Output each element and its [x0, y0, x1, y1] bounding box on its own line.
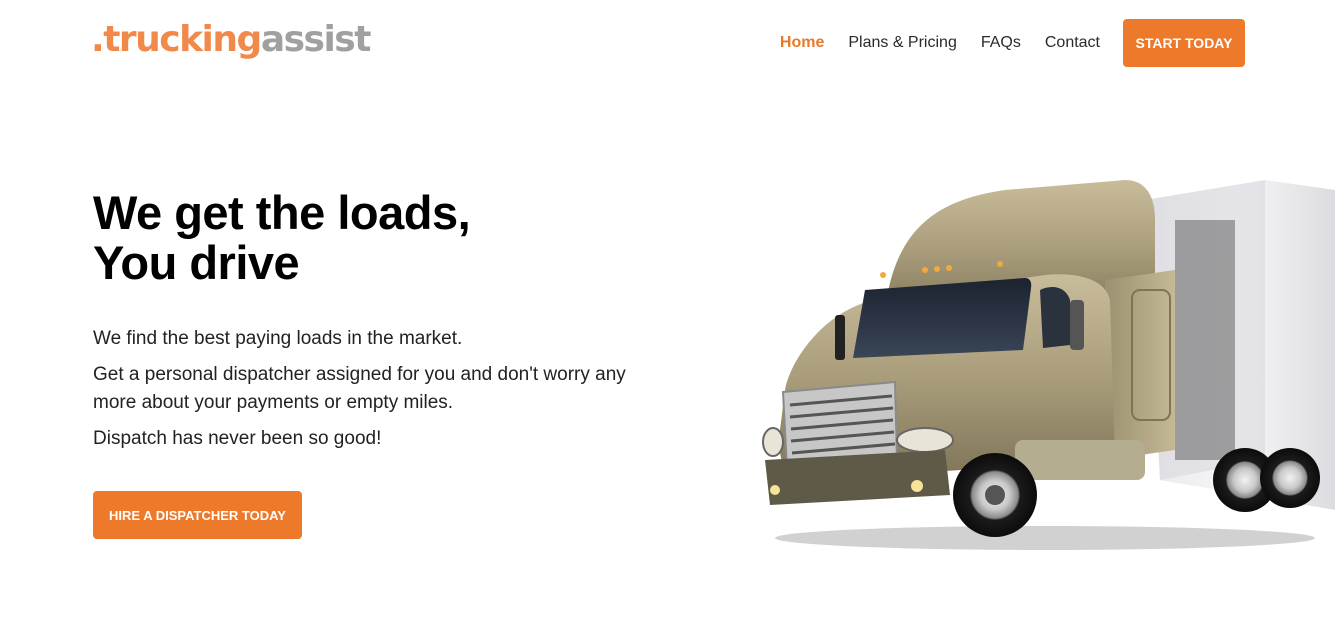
- hero-description: We find the best paying loads in the mar…: [93, 325, 673, 461]
- logo-dot: .: [91, 19, 105, 60]
- logo-tail: assist: [260, 19, 372, 60]
- hire-dispatcher-button[interactable]: HIRE A DISPATCHER TODAY: [93, 491, 302, 539]
- nav-link-contact[interactable]: Contact: [1045, 33, 1100, 53]
- hero-title: We get the loads, You drive: [93, 186, 471, 289]
- hero-paragraph: We find the best paying loads in the mar…: [93, 328, 463, 349]
- hero-title-line-2: You drive: [93, 236, 300, 289]
- semi-truck-image: [762, 180, 1335, 550]
- logo[interactable]: .truckingassist: [91, 18, 372, 62]
- nav-link-home[interactable]: Home: [780, 33, 824, 53]
- hero-title-line-1: We get the loads,: [93, 186, 471, 239]
- start-today-button[interactable]: START TODAY: [1123, 19, 1245, 67]
- hero-paragraph: Get a personal dispatcher assigned for y…: [93, 364, 626, 413]
- main-nav: Home Plans & Pricing FAQs Contact: [780, 33, 1100, 53]
- logo-main: trucking: [103, 19, 262, 60]
- nav-link-faqs[interactable]: FAQs: [981, 33, 1021, 53]
- hero-paragraph: Dispatch has never been so good!: [93, 428, 382, 449]
- landing-page: .truckingassist Home Plans & Pricing FAQ…: [0, 0, 1335, 629]
- nav-link-plans-pricing[interactable]: Plans & Pricing: [848, 33, 957, 53]
